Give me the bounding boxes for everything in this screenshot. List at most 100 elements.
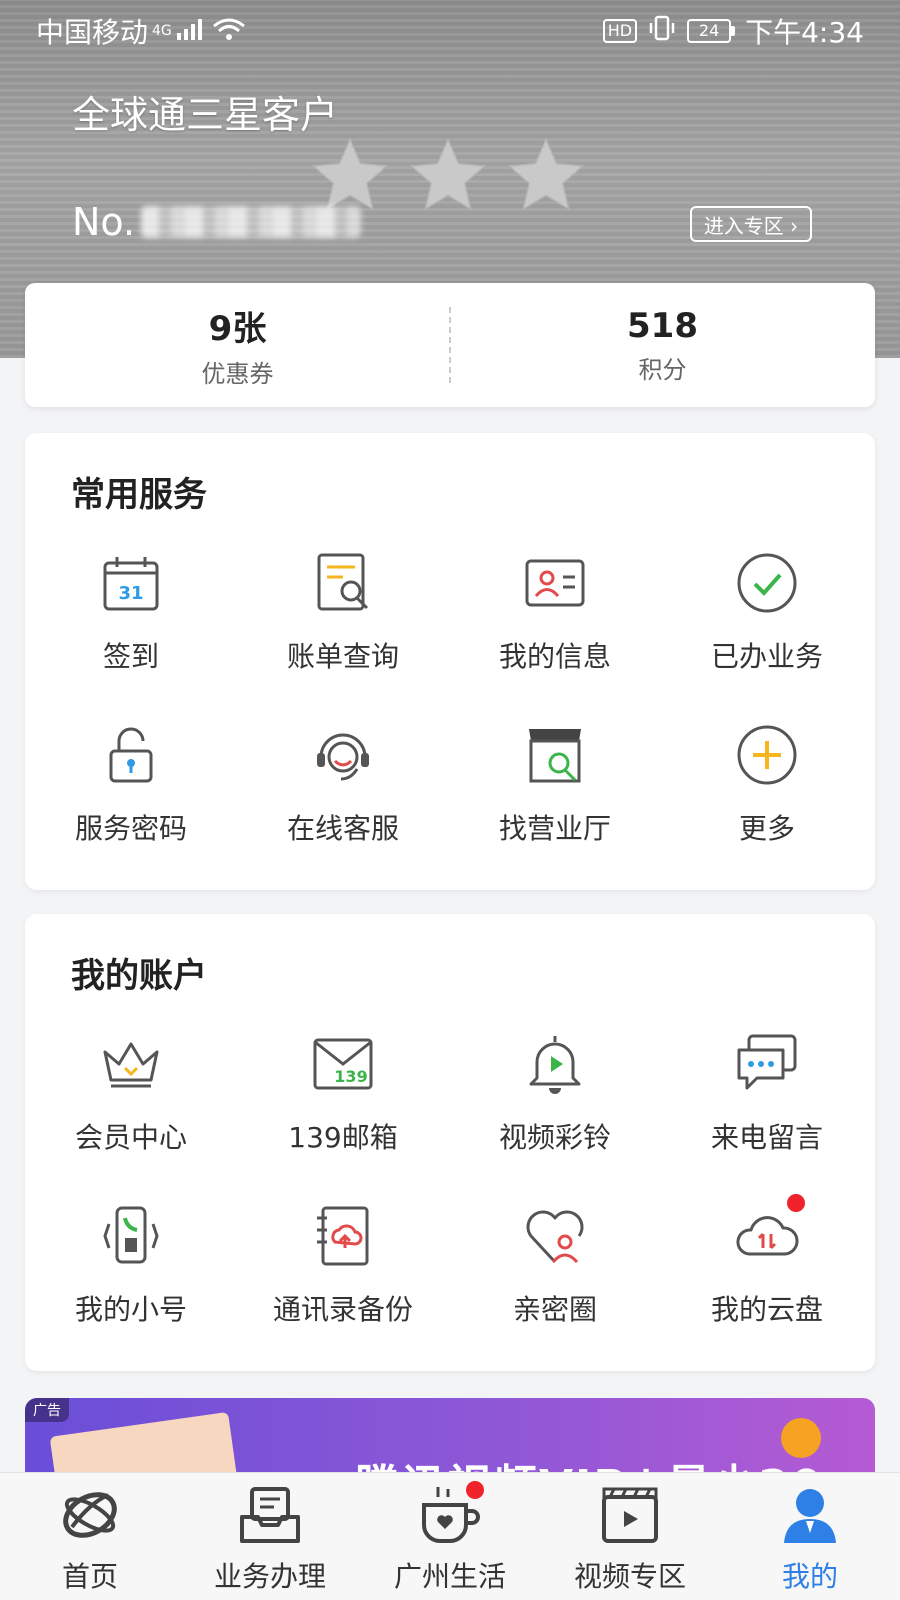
points-stat[interactable]: 518 积分 bbox=[450, 283, 875, 407]
nav-business[interactable]: 业务办理 bbox=[180, 1473, 360, 1600]
svg-text:31: 31 bbox=[118, 583, 143, 604]
account-item-mail[interactable]: 139 139邮箱 bbox=[237, 1014, 449, 1186]
nav-label: 我的 bbox=[781, 1560, 838, 1593]
nav-life[interactable]: 广州生活 bbox=[360, 1473, 540, 1600]
ad-tag: 广告 bbox=[25, 1398, 69, 1422]
service-item-support[interactable]: 在线客服 bbox=[237, 705, 449, 877]
service-label: 账单查询 bbox=[286, 640, 399, 673]
notification-dot bbox=[466, 1481, 484, 1499]
my-account-title: 我的账户 bbox=[71, 956, 207, 996]
nav-video[interactable]: 视频专区 bbox=[540, 1473, 720, 1600]
china-mobile-logo-icon bbox=[58, 1483, 122, 1547]
message-bubbles-icon bbox=[735, 1032, 799, 1096]
service-label: 我的信息 bbox=[498, 640, 611, 673]
coupon-label: 优惠券 bbox=[201, 360, 274, 388]
nav-me[interactable]: 我的 bbox=[720, 1473, 900, 1600]
vibrate-icon bbox=[647, 15, 677, 48]
account-item-family[interactable]: 亲密圈 bbox=[449, 1186, 661, 1358]
tier-title: 全球通三星客户 bbox=[72, 93, 339, 137]
service-label: 已办业务 bbox=[710, 640, 823, 673]
crown-icon bbox=[99, 1032, 163, 1096]
battery-level: 24 bbox=[687, 19, 732, 43]
service-item-checkin[interactable]: 31 签到 bbox=[25, 533, 237, 705]
my-account-card: 我的账户 会员中心 139 139邮箱 视频彩铃 来电留言 我的小号 通讯录备份… bbox=[25, 914, 875, 1371]
svg-text:139: 139 bbox=[334, 1067, 367, 1086]
heart-people-icon bbox=[523, 1204, 587, 1268]
ad-illustration bbox=[49, 1411, 241, 1478]
cloud-transfer-icon bbox=[735, 1194, 805, 1268]
common-services-title: 常用服务 bbox=[71, 475, 207, 515]
mail-139-icon: 139 bbox=[311, 1032, 375, 1096]
coupon-count: 9张 bbox=[208, 309, 267, 349]
account-label: 亲密圈 bbox=[512, 1293, 597, 1326]
notification-dot bbox=[787, 1194, 805, 1212]
service-item-bill[interactable]: 账单查询 bbox=[237, 533, 449, 705]
nav-label: 视频专区 bbox=[573, 1560, 686, 1593]
clock: 下午4:34 bbox=[745, 16, 864, 49]
id-card-icon bbox=[523, 551, 587, 615]
headset-icon bbox=[311, 723, 375, 787]
account-label: 139邮箱 bbox=[288, 1121, 398, 1154]
service-label: 服务密码 bbox=[74, 812, 187, 845]
account-item-subnumber[interactable]: 我的小号 bbox=[25, 1186, 237, 1358]
service-label: 在线客服 bbox=[286, 812, 399, 845]
redacted-number bbox=[141, 206, 362, 238]
service-item-more[interactable]: 更多 bbox=[661, 705, 873, 877]
service-item-done[interactable]: 已办业务 bbox=[661, 533, 873, 705]
check-circle-icon bbox=[735, 551, 799, 615]
enter-zone-button[interactable]: 进入专区 › bbox=[690, 206, 812, 242]
inbox-icon bbox=[238, 1483, 302, 1547]
signal-icon bbox=[176, 15, 204, 48]
coupon-stat[interactable]: 9张 优惠券 bbox=[25, 283, 450, 407]
video-clapper-icon bbox=[598, 1483, 662, 1547]
service-item-info[interactable]: 我的信息 bbox=[449, 533, 661, 705]
store-search-icon bbox=[523, 723, 587, 787]
account-label: 我的云盘 bbox=[710, 1293, 823, 1326]
service-item-password[interactable]: 服务密码 bbox=[25, 705, 237, 877]
account-number: No. bbox=[72, 200, 362, 244]
account-label: 来电留言 bbox=[710, 1121, 823, 1154]
coffee-cup-icon bbox=[418, 1481, 484, 1547]
account-label: 视频彩铃 bbox=[498, 1121, 611, 1154]
account-item-member[interactable]: 会员中心 bbox=[25, 1014, 237, 1186]
nav-label: 首页 bbox=[61, 1560, 118, 1593]
plus-circle-icon bbox=[735, 723, 799, 787]
battery-icon: 24 bbox=[687, 19, 736, 43]
bell-video-icon bbox=[523, 1032, 587, 1096]
points-label: 积分 bbox=[638, 355, 687, 384]
account-item-cloud[interactable]: 我的云盘 bbox=[661, 1186, 873, 1358]
wifi-icon bbox=[212, 15, 246, 48]
lock-icon bbox=[99, 723, 163, 787]
phone-vibrate-icon bbox=[99, 1204, 163, 1268]
bill-search-icon bbox=[311, 551, 375, 615]
nav-home[interactable]: 首页 bbox=[0, 1473, 180, 1600]
stats-card: 9张 优惠券 518 积分 bbox=[25, 283, 875, 407]
points-count: 518 bbox=[627, 305, 698, 346]
service-label: 签到 bbox=[102, 640, 159, 673]
common-services-grid: 31 签到 账单查询 我的信息 已办业务 服务密码 在线客服 找营业厅 更多 bbox=[25, 533, 875, 877]
my-account-grid: 会员中心 139 139邮箱 视频彩铃 来电留言 我的小号 通讯录备份 亲密圈 … bbox=[25, 1014, 875, 1358]
common-services-card: 常用服务 31 签到 账单查询 我的信息 已办业务 服务密码 在线客服 找营业厅… bbox=[25, 433, 875, 890]
service-label: 更多 bbox=[738, 812, 795, 845]
account-item-contacts-backup[interactable]: 通讯录备份 bbox=[237, 1186, 449, 1358]
account-item-voicemail[interactable]: 来电留言 bbox=[661, 1014, 873, 1186]
divider bbox=[449, 307, 451, 383]
nav-label: 业务办理 bbox=[213, 1560, 326, 1593]
bottom-nav: 首页 业务办理 广州生活 视频专区 我的 bbox=[0, 1472, 900, 1600]
account-prefix: No. bbox=[72, 200, 136, 244]
star-icon bbox=[409, 137, 487, 211]
nav-label: 广州生活 bbox=[393, 1560, 506, 1593]
status-bar: 中国移动 4G HD 24 下午4:34 bbox=[0, 0, 900, 62]
hd-badge: HD bbox=[602, 19, 638, 43]
account-label: 我的小号 bbox=[74, 1293, 187, 1326]
account-label: 会员中心 bbox=[74, 1121, 187, 1154]
service-label: 找营业厅 bbox=[498, 812, 611, 845]
star-icon bbox=[507, 137, 585, 211]
network-type: 4G bbox=[152, 23, 172, 39]
ad-banner[interactable]: 广告 腾讯视频VIP↓最少20 bbox=[25, 1398, 875, 1478]
calendar-icon: 31 bbox=[99, 551, 163, 615]
account-item-ringback[interactable]: 视频彩铃 bbox=[449, 1014, 661, 1186]
service-item-store[interactable]: 找营业厅 bbox=[449, 705, 661, 877]
contacts-cloud-icon bbox=[311, 1204, 375, 1268]
account-label: 通讯录备份 bbox=[272, 1293, 413, 1326]
